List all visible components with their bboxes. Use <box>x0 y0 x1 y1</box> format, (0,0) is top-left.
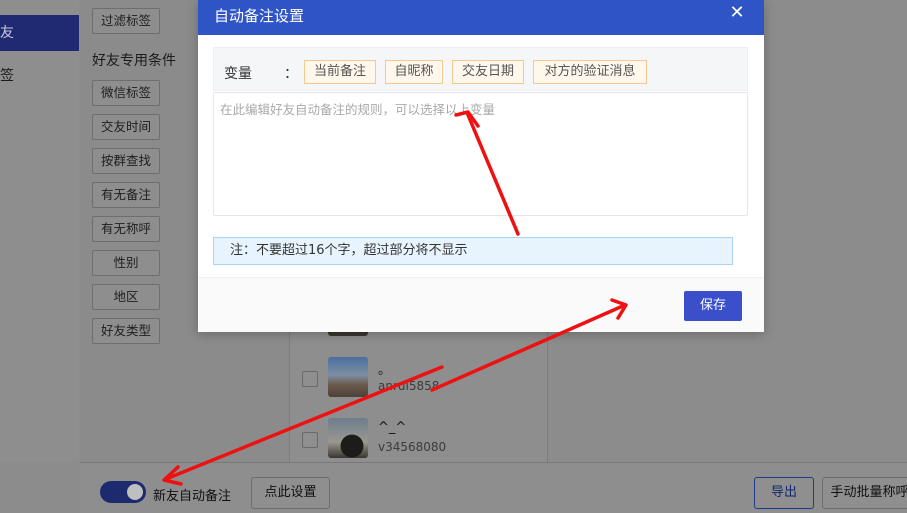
contact-checkbox[interactable] <box>302 432 318 448</box>
auto-remark-label: 新友自动备注 <box>153 489 232 504</box>
left-nav: 友 签 <box>0 0 79 462</box>
filter-wechat-tag[interactable]: 微信标签 <box>92 80 160 106</box>
rule-input[interactable] <box>213 92 748 216</box>
auto-remark-dialog: 自动备注设置 ✕ 变量 ： 当前备注 自昵称 交友日期 对方的验证消息 注：不要… <box>198 0 764 332</box>
settings-button[interactable]: 点此设置 <box>251 477 330 509</box>
batch-title-button[interactable]: 手动批量称呼 <box>822 477 907 509</box>
contact-name: ^_^ <box>378 420 407 435</box>
contact-name: 。 <box>378 363 392 378</box>
close-icon[interactable]: ✕ <box>728 4 746 22</box>
variable-colon: ： <box>284 66 298 82</box>
dialog-header: 自动备注设置 ✕ <box>198 0 764 35</box>
export-button[interactable]: 导出 <box>754 477 814 509</box>
avatar <box>328 418 368 458</box>
variable-nickname[interactable]: 自昵称 <box>385 60 443 84</box>
nav-item-tags[interactable]: 签 <box>0 58 79 94</box>
variable-current-remark[interactable]: 当前备注 <box>304 60 376 84</box>
filter-has-title[interactable]: 有无称呼 <box>92 216 160 242</box>
variable-row: 变量 ： 当前备注 自昵称 交友日期 对方的验证消息 <box>213 47 748 91</box>
list-item[interactable]: 。 anrui5858 <box>290 357 548 403</box>
contact-checkbox[interactable] <box>302 371 318 387</box>
variable-label: 变量 <box>224 66 252 82</box>
contact-id: v34568080 <box>378 440 447 454</box>
filter-section-title: 好友专用条件 <box>92 53 176 69</box>
filter-region[interactable]: 地区 <box>92 284 160 310</box>
filter-tag-button[interactable]: 过滤标签 <box>92 8 160 34</box>
auto-remark-toggle[interactable] <box>100 481 146 503</box>
contact-id: anrui5858 <box>378 379 440 393</box>
nav-item-friends[interactable]: 友 <box>0 15 79 51</box>
filter-friend-type[interactable]: 好友类型 <box>92 318 160 344</box>
filter-by-group[interactable]: 按群查找 <box>92 148 160 174</box>
variable-friend-date[interactable]: 交友日期 <box>452 60 524 84</box>
toggle-knob <box>127 484 143 500</box>
variable-verify-message[interactable]: 对方的验证消息 <box>533 60 647 84</box>
dialog-footer: 保存 <box>198 277 764 332</box>
length-note: 注：不要超过16个字，超过部分将不显示 <box>213 237 733 265</box>
avatar <box>328 357 368 397</box>
filter-friend-time[interactable]: 交友时间 <box>92 114 160 140</box>
filter-has-remark[interactable]: 有无备注 <box>92 182 160 208</box>
dialog-title: 自动备注设置 <box>214 7 305 25</box>
filter-gender[interactable]: 性别 <box>92 250 160 276</box>
save-button[interactable]: 保存 <box>684 291 742 321</box>
list-item[interactable]: ^_^ v34568080 <box>290 418 548 464</box>
